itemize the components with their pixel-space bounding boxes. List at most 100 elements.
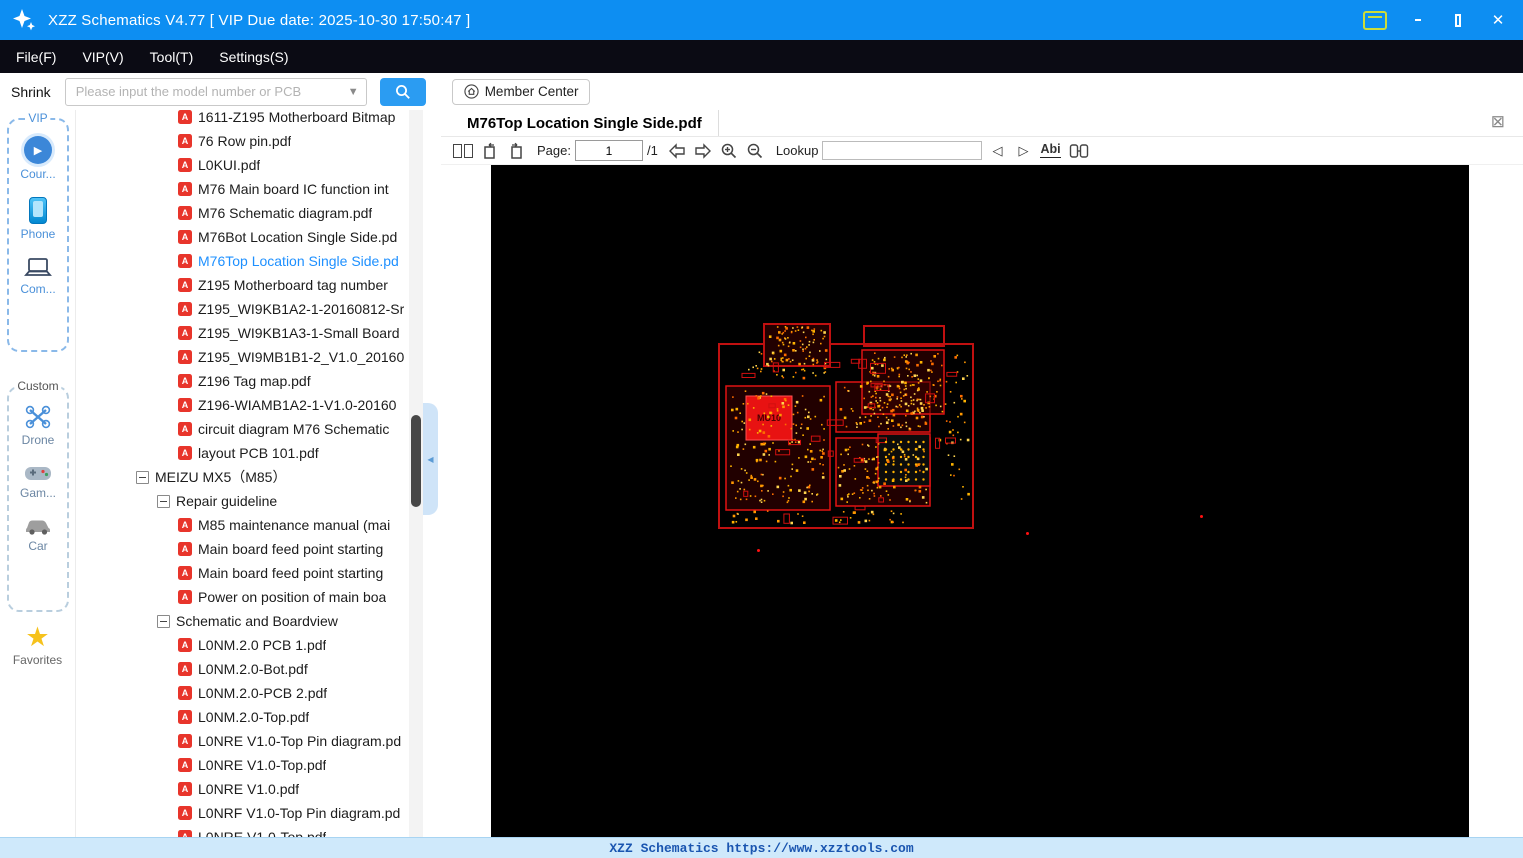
sparkle-logo-icon (13, 9, 35, 31)
app-window: XZZ Schematics V4.77 [ VIP Due date: 202… (0, 0, 1523, 858)
tree-item-label: Power on position of main boa (198, 589, 387, 605)
tree-item[interactable]: A M76 Main board IC function int (76, 177, 409, 201)
tree-item-label: L0NM.2.0-PCB 2.pdf (198, 685, 328, 701)
tree-item[interactable]: A L0NRF V1.0-Top Pin diagram.pd (76, 801, 409, 825)
two-page-view-button[interactable] (451, 141, 475, 161)
close-tab-icon[interactable]: ⊠ (1485, 112, 1511, 131)
tree-folder[interactable]: MEIZU MX5（M85） (76, 465, 409, 489)
maximize-button[interactable] (1449, 11, 1467, 29)
sidebar-item-car[interactable]: Car (23, 516, 53, 553)
pdf-file-icon: A (178, 638, 192, 652)
model-search-input[interactable] (73, 79, 341, 104)
menu-item-vip[interactable]: VIP(V) (82, 49, 123, 65)
tree-item[interactable]: A L0NM.2.0-Top.pdf (76, 705, 409, 729)
tree-item[interactable]: A M76Top Location Single Side.pd (76, 249, 409, 273)
tree-item[interactable]: A Z195_WI9MB1B1-2_V1.0_20160 (76, 345, 409, 369)
tree-item[interactable]: A Z195_WI9KB1A3-1-Small Board (76, 321, 409, 345)
tree-item[interactable]: A Z196-WIAMB1A2-1-V1.0-20160 (76, 393, 409, 417)
tree-scrollbar[interactable] (409, 110, 423, 838)
vip-card-icon[interactable] (1363, 10, 1387, 30)
tree-item[interactable]: A L0NM.2.0-PCB 2.pdf (76, 681, 409, 705)
sidebar-item-phone[interactable]: Phone (21, 197, 55, 241)
tree-item[interactable]: A Main board feed point starting (76, 537, 409, 561)
pdf-file-icon: A (178, 566, 192, 580)
lookup-label: Lookup (775, 143, 819, 158)
lookup-input[interactable] (822, 141, 983, 160)
tree-item[interactable]: A L0NM.2.0 PCB 1.pdf (76, 633, 409, 657)
close-button[interactable]: ✕ (1489, 11, 1507, 29)
menu-item-file[interactable]: File(F) (16, 49, 56, 65)
tree-folder[interactable]: Schematic and Boardview (76, 609, 409, 633)
triangle-right-icon: ▷ (1018, 142, 1029, 158)
member-center-button[interactable]: Member Center (451, 78, 591, 105)
pdf-viewer[interactable]: MU10 (441, 165, 1523, 838)
car-icon (26, 520, 50, 535)
tree-item-label: L0KUI.pdf (198, 157, 261, 173)
next-page-button[interactable] (692, 141, 714, 161)
zoom-in-button[interactable] (718, 141, 740, 161)
next-result-button[interactable]: ▷ (1012, 141, 1034, 161)
sidebar-item-drone[interactable]: Drone (22, 404, 54, 447)
menu-item-tool[interactable]: Tool(T) (150, 49, 194, 65)
rotate-right-button[interactable] (505, 141, 527, 161)
thumbnail-view-button[interactable] (1067, 141, 1091, 161)
stray-dot (1200, 515, 1203, 518)
tree-item[interactable]: A Main board feed point starting (76, 561, 409, 585)
collapse-panel-handle[interactable]: ◀ (423, 403, 438, 515)
tree-item[interactable]: A Z196 Tag map.pdf (76, 369, 409, 393)
thumbnail-view-icon (1069, 143, 1088, 158)
tree-item[interactable]: A M76Bot Location Single Side.pd (76, 225, 409, 249)
tree-item[interactable]: A Z195 Motherboard tag number (76, 273, 409, 297)
sidebar-item-game[interactable]: Gam... (20, 463, 56, 500)
tree-item[interactable]: A Z195_WI9KB1A2-1-20160812-Sr (76, 297, 409, 321)
sidebar-item-label: Gam... (19, 486, 56, 500)
shrink-button[interactable]: Shrink (7, 82, 55, 102)
tree-item[interactable]: A L0NRE V1.0-Top.pdf (76, 753, 409, 777)
previous-page-button[interactable] (666, 141, 688, 161)
tree-item[interactable]: A 76 Row pin.pdf (76, 129, 409, 153)
tree-item-label: M76 Main board IC function int (198, 181, 389, 197)
tree-item-label: Main board feed point starting (198, 541, 384, 557)
pdf-file-icon: A (178, 398, 192, 412)
arrow-right-icon (695, 142, 711, 159)
tree-item[interactable]: A L0KUI.pdf (76, 153, 409, 177)
zoom-out-button[interactable] (744, 141, 766, 161)
sidebar-item-course[interactable]: ▶ Cour... (20, 136, 56, 181)
tree-item-label: M76Bot Location Single Side.pd (198, 229, 398, 245)
play-circle-icon: ▶ (23, 136, 52, 164)
tree-item[interactable]: A M76 Schematic diagram.pdf (76, 201, 409, 225)
menu-bar: File(F) VIP(V) Tool(T) Settings(S) (0, 40, 1523, 73)
search-button[interactable] (379, 77, 426, 106)
chevron-down-icon[interactable]: ▼ (348, 86, 359, 98)
tree-item[interactable]: A L0NRE V1.0-Top Pin diagram.pd (76, 729, 409, 753)
page-number-input[interactable] (574, 140, 643, 161)
main-panel: M76Top Location Single Side.pdf ⊠ Page: … (441, 110, 1523, 838)
rotate-left-button[interactable] (479, 141, 501, 161)
sidebar-item-label: Favorites (12, 653, 63, 667)
menu-item-settings[interactable]: Settings(S) (219, 49, 288, 65)
tree-item[interactable]: A Power on position of main boa (76, 585, 409, 609)
minimize-button[interactable] (1409, 11, 1427, 29)
scrollbar-thumb[interactable] (411, 415, 421, 507)
previous-result-button[interactable]: ◁ (986, 141, 1008, 161)
tree-item[interactable]: A 1611-Z195 Motherboard Bitmap (76, 110, 409, 129)
tree-item[interactable]: Alayout PCB 101.pdf (76, 441, 409, 465)
pdf-file-icon: A (178, 422, 192, 436)
tree-folder[interactable]: Repair guideline (76, 489, 409, 513)
collapse-icon[interactable] (136, 470, 149, 484)
sidebar-item-favorites[interactable]: ★ Favorites (0, 622, 75, 668)
star-icon: ★ (25, 622, 50, 652)
tree-item[interactable]: A M85 maintenance manual (mai (76, 513, 409, 537)
tree-item-label: circuit diagram M76 Schematic (198, 421, 390, 437)
pdf-file-icon: A (178, 758, 192, 772)
tree-item[interactable]: A L0NRE V1.0.pdf (76, 777, 409, 801)
tab-active-document[interactable]: M76Top Location Single Side.pdf (441, 110, 719, 136)
text-select-button[interactable]: Abi (1038, 141, 1062, 161)
tree-item[interactable]: A L0NM.2.0-Bot.pdf (76, 657, 409, 681)
sidebar-item-computer[interactable]: Com... (20, 257, 56, 296)
model-search-combo[interactable]: ▼ (64, 77, 367, 106)
collapse-icon[interactable] (157, 494, 170, 508)
collapse-icon[interactable] (157, 614, 170, 628)
tree-item[interactable]: Acircuit diagram M76 Schematic (76, 417, 409, 441)
pdf-page[interactable]: MU10 (491, 165, 1469, 838)
